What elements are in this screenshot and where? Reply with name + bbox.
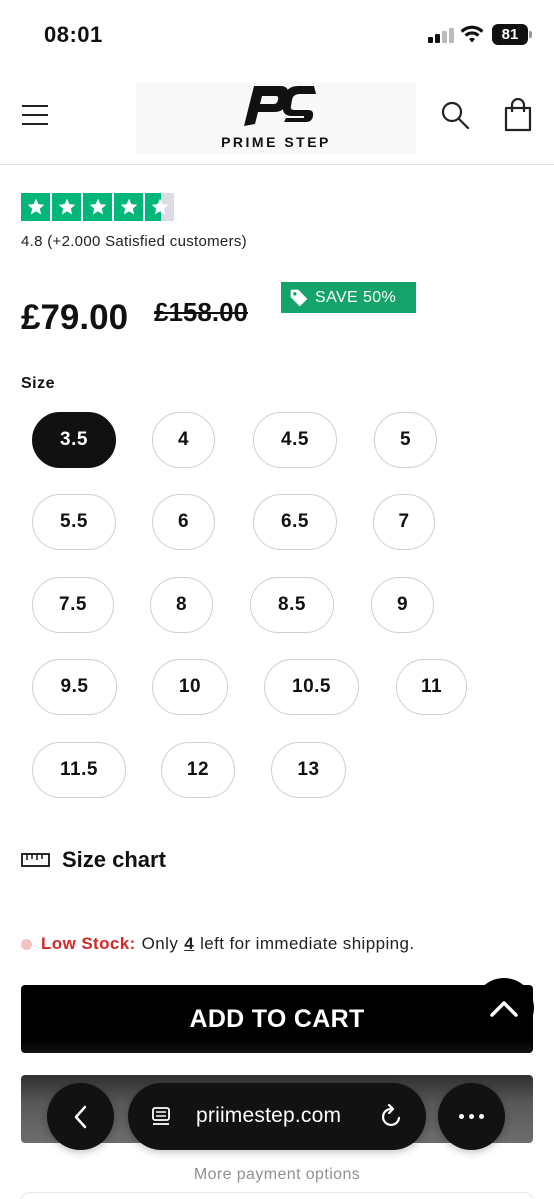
- price-current: £79.00: [21, 298, 129, 337]
- size-option[interactable]: 12: [161, 742, 235, 798]
- chevron-up-icon: [490, 1001, 518, 1017]
- size-option[interactable]: 9.5: [32, 659, 117, 715]
- price-compare: £158.00: [154, 297, 248, 327]
- reload-icon[interactable]: [380, 1103, 404, 1129]
- size-option[interactable]: 4.5: [253, 412, 337, 468]
- add-to-cart-button[interactable]: ADD TO CART: [21, 985, 533, 1053]
- size-option[interactable]: 5.5: [32, 494, 116, 550]
- stock-dot-icon: [21, 938, 32, 950]
- size-chart-label: Size chart: [62, 847, 166, 872]
- chevron-left-icon: [74, 1105, 86, 1128]
- brand-logo[interactable]: PRIME STEP: [136, 82, 416, 154]
- logo-mark-icon: [244, 86, 316, 126]
- browser-url-text: priimestep.com: [196, 1104, 342, 1127]
- size-option[interactable]: 6: [152, 494, 215, 550]
- ruler-icon: [21, 853, 50, 867]
- size-option[interactable]: 6.5: [253, 494, 337, 550]
- dot-icon: [469, 1114, 474, 1119]
- browser-back-button[interactable]: [47, 1083, 114, 1150]
- site-header: PRIME STEP: [0, 70, 554, 165]
- stock-count: 4: [184, 934, 195, 953]
- star-icon: [83, 193, 112, 221]
- size-option[interactable]: 10: [152, 659, 228, 715]
- search-icon[interactable]: [440, 100, 470, 130]
- size-option[interactable]: 9: [371, 577, 434, 633]
- size-option[interactable]: 10.5: [264, 659, 359, 715]
- size-option[interactable]: 8.5: [250, 577, 334, 633]
- size-option[interactable]: 7.5: [32, 577, 114, 633]
- size-option[interactable]: 3.5: [32, 412, 116, 468]
- size-option[interactable]: 11: [396, 659, 467, 715]
- size-option[interactable]: 13: [271, 742, 346, 798]
- status-bar: 08:01 81: [0, 0, 554, 70]
- menu-icon[interactable]: [20, 100, 50, 130]
- battery-indicator: 81: [492, 24, 532, 45]
- size-option[interactable]: 7: [373, 494, 435, 550]
- star-icon: [52, 193, 81, 221]
- size-label: Size: [21, 375, 56, 392]
- size-option[interactable]: 11.5: [32, 742, 126, 798]
- browser-url-bar[interactable]: priimestep.com: [128, 1083, 426, 1150]
- bottom-card: [20, 1192, 534, 1199]
- size-chart-link[interactable]: Size chart: [21, 847, 166, 873]
- browser-more-button[interactable]: [438, 1083, 505, 1150]
- status-time: 08:01: [44, 22, 103, 47]
- stock-status: Low Stock: Only 4 left for immediate shi…: [21, 934, 414, 954]
- save-badge: SAVE 50%: [281, 282, 416, 313]
- star-icon: [21, 193, 50, 221]
- logo-text: PRIME STEP: [221, 134, 331, 150]
- stock-label: Low Stock:: [41, 934, 136, 953]
- size-option[interactable]: 4: [152, 412, 215, 468]
- rating-text: 4.8 (+2.000 Satisfied customers): [21, 233, 247, 250]
- wifi-icon: [460, 25, 484, 43]
- stock-prefix: Only: [141, 934, 179, 953]
- stock-suffix: left for immediate shipping.: [200, 934, 415, 953]
- tag-icon: [290, 289, 308, 306]
- scroll-to-top-button[interactable]: [474, 978, 534, 1038]
- size-option[interactable]: 8: [150, 577, 213, 633]
- reader-mode-icon: [152, 1107, 170, 1125]
- signal-icon: [428, 27, 454, 43]
- trustpilot-stars: [21, 193, 174, 221]
- dot-icon: [459, 1114, 464, 1119]
- dot-icon: [479, 1114, 484, 1119]
- half-star-icon: [145, 193, 174, 221]
- star-icon: [114, 193, 143, 221]
- size-option[interactable]: 5: [374, 412, 437, 468]
- shopping-bag-icon[interactable]: [503, 98, 533, 132]
- more-payment-options-link[interactable]: More payment options: [0, 1166, 554, 1184]
- save-badge-label: SAVE 50%: [315, 288, 397, 306]
